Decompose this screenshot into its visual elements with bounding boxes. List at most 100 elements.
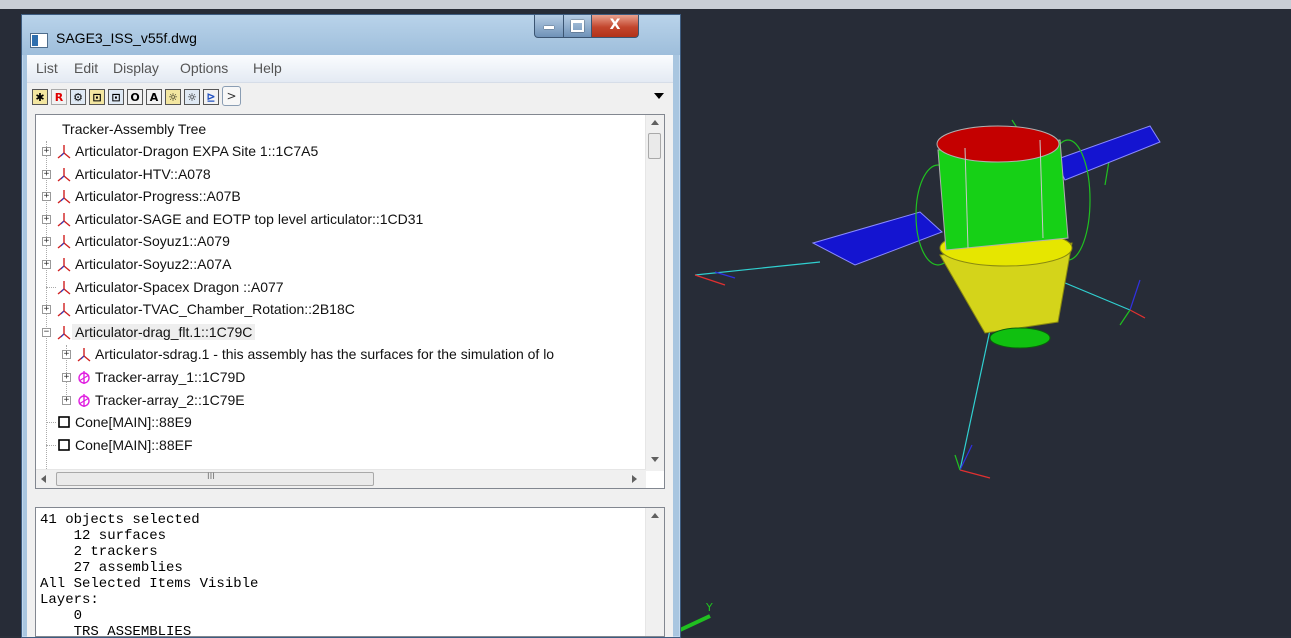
- menu-edit[interactable]: Edit: [74, 60, 98, 76]
- tree-item-label: Articulator-sdrag.1 - this assembly has …: [95, 346, 555, 363]
- title-bar[interactable]: SAGE3_ISS_v55f.dwg X: [22, 15, 680, 55]
- scroll-right-icon[interactable]: [632, 475, 637, 483]
- menu-display[interactable]: Display: [113, 60, 159, 76]
- tree-item[interactable]: + Articulator-SAGE and EOTP top level art…: [36, 209, 636, 231]
- tree-item-label: Articulator-SAGE and EOTP top level arti…: [75, 210, 424, 227]
- window-title: SAGE3_ISS_v55f.dwg: [56, 30, 197, 46]
- articulator-icon: [57, 235, 71, 249]
- tree-item[interactable]: + Articulator-TVAC_Chamber_Rotation::2B18…: [36, 299, 636, 321]
- tree-item[interactable]: + Tracker-array_1::1C79D: [36, 367, 636, 389]
- articulator-icon: [77, 348, 91, 362]
- chart-icon[interactable]: ⊵: [203, 89, 219, 105]
- tree-item-label: Articulator-Spacex Dragon ::A077: [75, 278, 284, 295]
- tree-item-label: Articulator-TVAC_Chamber_Rotation::2B18C: [75, 301, 355, 318]
- surface-icon: [58, 438, 70, 451]
- menu-options[interactable]: Options: [180, 60, 228, 76]
- scroll-grip: III: [207, 472, 215, 482]
- tree-item[interactable]: + Articulator-Soyuz1::A079: [36, 231, 636, 253]
- app-icon: [30, 33, 48, 48]
- articulator-icon: [57, 258, 71, 272]
- scroll-left-icon[interactable]: [41, 475, 46, 483]
- tree-item-label: Articulator-HTV::A078: [75, 165, 211, 182]
- expand-icon[interactable]: +: [42, 237, 51, 247]
- expand-icon[interactable]: +: [42, 214, 51, 224]
- tracker-array-icon: [78, 371, 90, 384]
- tree-item[interactable]: Cone[MAIN]::88EF: [36, 435, 636, 457]
- tracker-array-icon: [78, 393, 90, 407]
- collapse-icon[interactable]: −: [42, 327, 51, 337]
- axis-y-label: Y: [705, 601, 713, 614]
- tree-item[interactable]: − Articulator-drag_flt.1::1C79C: [36, 322, 636, 344]
- maximize-button[interactable]: [563, 15, 592, 38]
- tree-item[interactable]: + Articulator-Dragon EXPA Site 1::1C7A5: [36, 141, 636, 163]
- expand-icon[interactable]: +: [62, 395, 71, 405]
- tracker-icon[interactable]: ⊡: [89, 89, 105, 105]
- expand-icon[interactable]: +: [42, 305, 51, 315]
- info-scroll-up-icon[interactable]: [651, 513, 659, 518]
- tree-item-label: Tracker-array_2::1C79E: [95, 391, 245, 408]
- scroll-down-icon[interactable]: [651, 457, 659, 462]
- expand-icon[interactable]: +: [42, 260, 51, 269]
- light-bulb-icon[interactable]: ☼: [165, 89, 181, 105]
- tree-horizontal-scrollbar[interactable]: III: [36, 469, 646, 488]
- selection-info-panel[interactable]: 41 objects selected 12 surfaces 2 tracke…: [35, 507, 665, 637]
- expand-icon[interactable]: +: [42, 169, 51, 179]
- minimize-button[interactable]: [534, 15, 564, 38]
- articulator-icon: [57, 325, 71, 340]
- tree-item-label: Articulator-Progress::A07B: [75, 188, 241, 205]
- tree-rows: Tracker-Assembly Tree + Articulator-Drago…: [36, 115, 646, 471]
- menu-help[interactable]: Help: [253, 60, 282, 76]
- asterisk-icon[interactable]: ✱: [32, 89, 48, 105]
- scroll-up-icon[interactable]: [651, 120, 659, 125]
- close-button[interactable]: X: [591, 15, 639, 38]
- articulator-icon: [57, 167, 71, 182]
- articulator-icon: [57, 145, 71, 159]
- maximize-icon: [571, 20, 584, 32]
- articulator-icon: [57, 280, 71, 295]
- toolbar: ✱ R ⚙ ⊡ ⊡ O A ☼ ☼ ⊵ >: [27, 83, 673, 111]
- close-icon: X: [609, 17, 621, 33]
- tracker-blue-icon[interactable]: ⊡: [108, 89, 124, 105]
- tree-vertical-scrollbar[interactable]: [645, 115, 664, 471]
- expand-icon[interactable]: +: [42, 147, 51, 156]
- light-bulb-blue-icon[interactable]: ☼: [184, 89, 200, 105]
- window-client: List Edit Display Options Help ✱ R ⚙ ⊡ ⊡…: [27, 55, 673, 637]
- tree-item[interactable]: + Articulator-HTV::A078: [36, 164, 636, 186]
- minimize-icon: [544, 26, 554, 29]
- selection-info-text: 41 objects selected 12 surfaces 2 tracke…: [40, 512, 259, 637]
- tree-item[interactable]: + Articulator-sdrag.1 - this assembly has…: [36, 344, 636, 366]
- tree-item[interactable]: + Tracker-array_2::1C79E: [36, 390, 636, 412]
- tree-vscroll-thumb[interactable]: [648, 133, 661, 159]
- surface-icon: [58, 416, 70, 428]
- info-vertical-scrollbar[interactable]: [645, 508, 664, 636]
- toolbar-more-button[interactable]: >: [222, 86, 241, 106]
- tree-item-label: Articulator-Soyuz2::A07A: [75, 256, 232, 272]
- expand-icon[interactable]: +: [62, 350, 71, 360]
- tree-item-label: Cone[MAIN]::88E9: [75, 414, 192, 431]
- expand-icon[interactable]: +: [62, 373, 71, 382]
- tree-item-label: Articulator-Soyuz1::A079: [75, 233, 230, 250]
- tree-item-label: Cone[MAIN]::88EF: [75, 436, 193, 453]
- articulator-icon: [57, 303, 71, 317]
- o-icon[interactable]: O: [127, 89, 143, 105]
- tree-item[interactable]: Articulator-Spacex Dragon ::A077: [36, 277, 636, 299]
- articulator-icon: [57, 212, 71, 227]
- menu-bar: List Edit Display Options Help: [27, 55, 673, 83]
- assembly-icon[interactable]: ⚙: [70, 89, 86, 105]
- tree-item-label: Articulator-Dragon EXPA Site 1::1C7A5: [75, 143, 319, 159]
- tree-hscroll-thumb[interactable]: III: [56, 472, 374, 486]
- tree-item[interactable]: Cone[MAIN]::88E9: [36, 412, 636, 434]
- tree-item[interactable]: + Articulator-Progress::A07B: [36, 186, 636, 208]
- tree-item[interactable]: + Articulator-Soyuz2::A07A: [36, 254, 636, 276]
- left-solar-panel: [811, 211, 943, 266]
- tracker-assembly-window[interactable]: SAGE3_ISS_v55f.dwg X List Edit Display O…: [21, 14, 681, 638]
- tree-item-label: Tracker-array_1::1C79D: [95, 369, 246, 385]
- r-icon[interactable]: R: [51, 89, 67, 105]
- toolbar-dropdown-icon[interactable]: [654, 93, 664, 99]
- tree-item-label: Articulator-drag_flt.1::1C79C: [72, 323, 256, 340]
- expand-icon[interactable]: +: [42, 192, 51, 202]
- articulator-icon: [57, 190, 71, 204]
- assembly-tree[interactable]: Tracker-Assembly Tree + Articulator-Drago…: [35, 114, 665, 489]
- a-icon[interactable]: A: [146, 89, 162, 105]
- menu-list[interactable]: List: [36, 60, 58, 76]
